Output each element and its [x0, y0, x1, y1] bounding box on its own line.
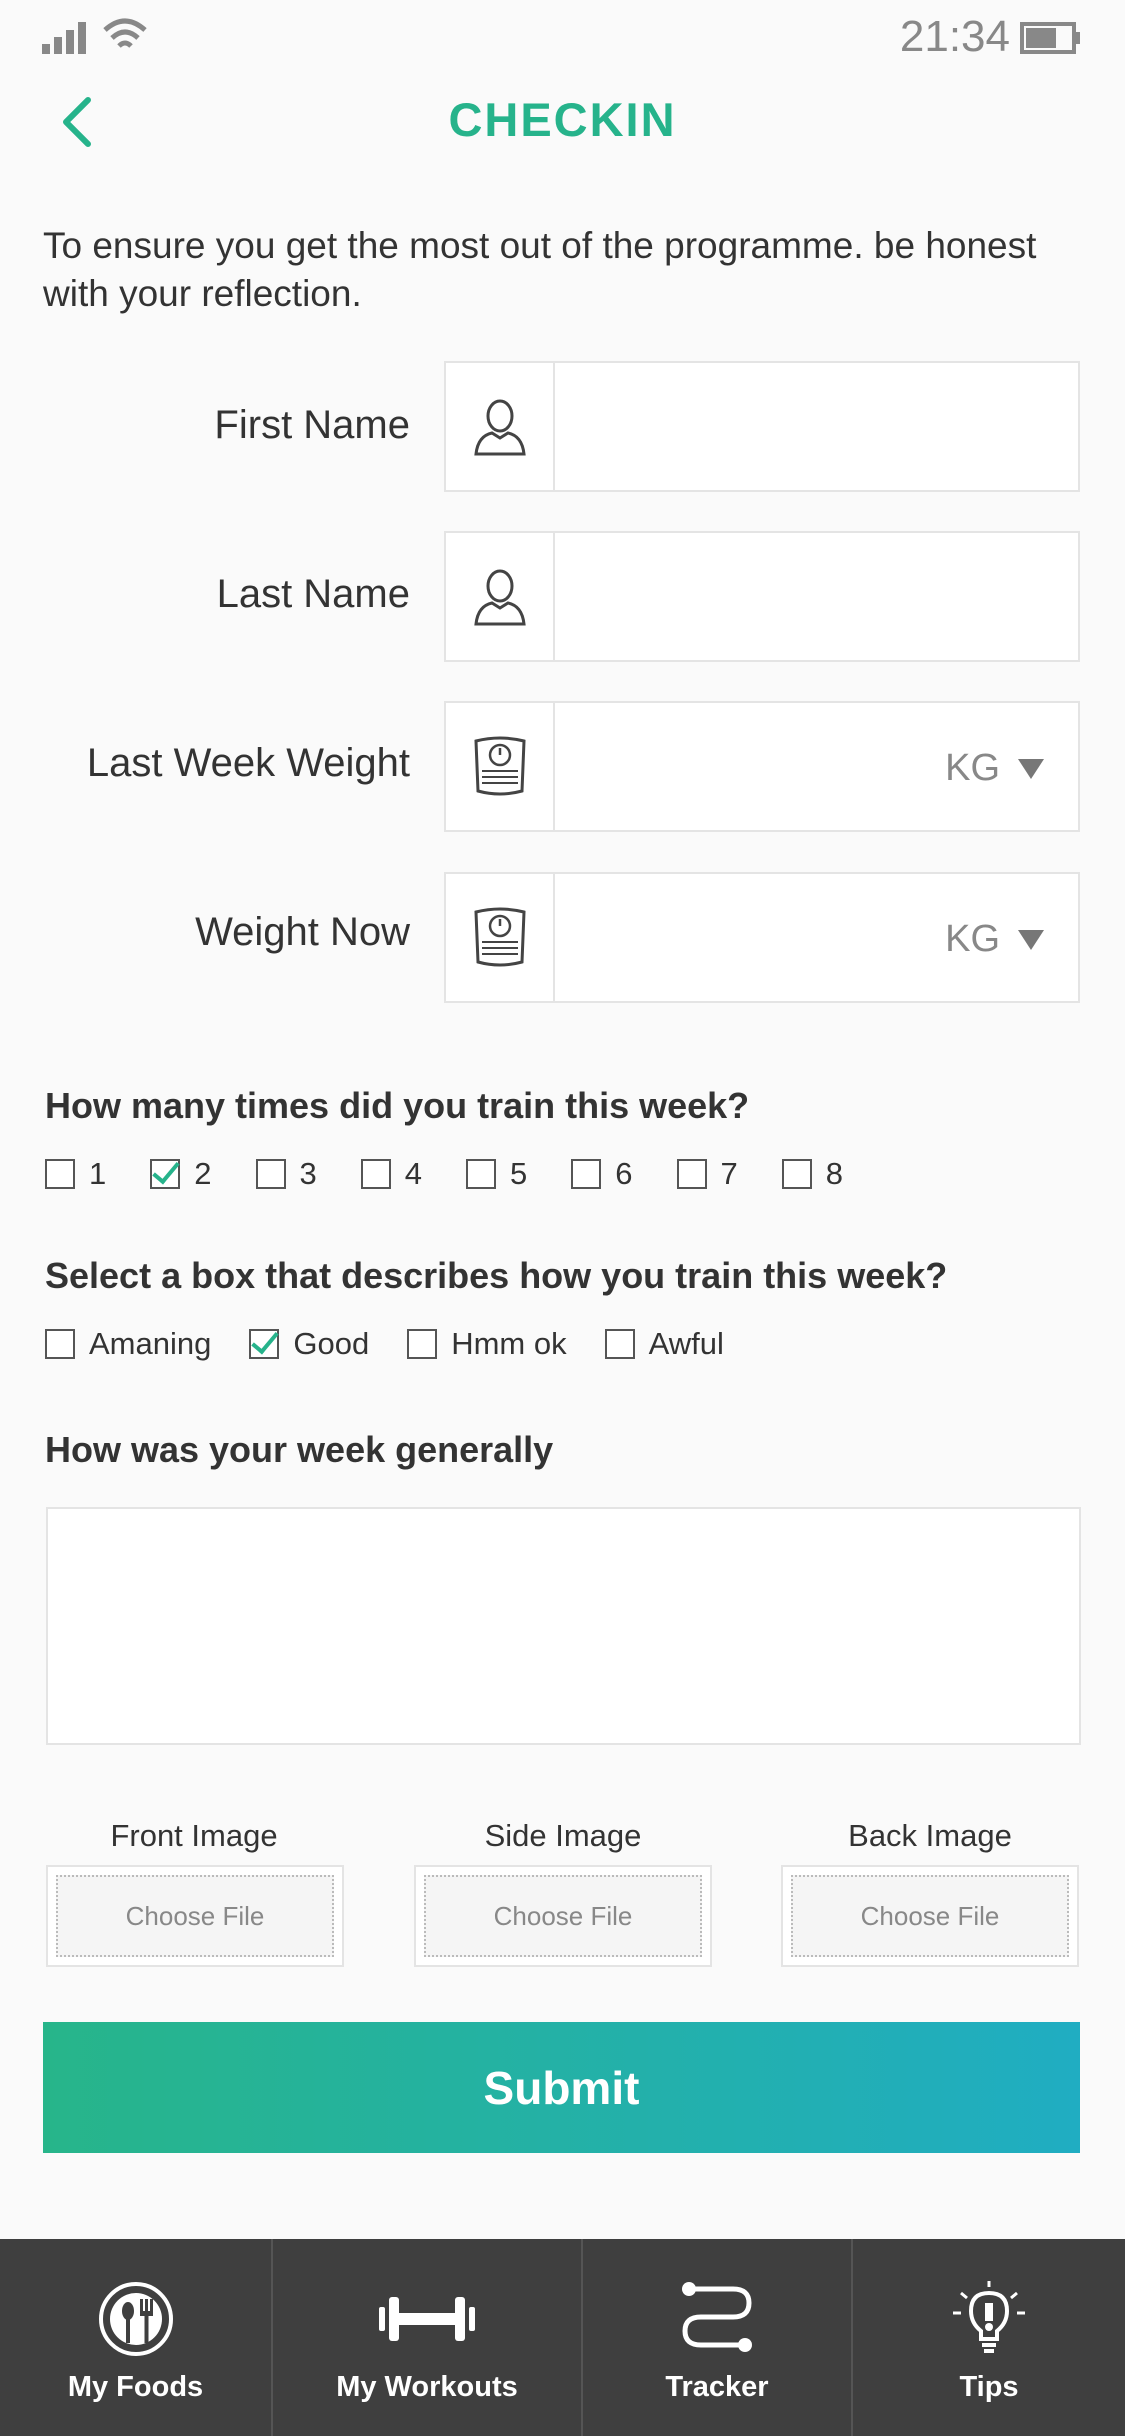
option-label: 7: [720, 1156, 738, 1191]
first-name-label: First Name: [214, 403, 410, 447]
checkbox[interactable]: [150, 1159, 181, 1189]
last-week-weight-field[interactable]: KG: [444, 701, 1080, 832]
scale-icon-cell: [446, 874, 555, 1001]
status-time: 21:34: [899, 12, 1010, 61]
option-label: 5: [510, 1156, 528, 1191]
tab-my-workouts[interactable]: My Workouts: [273, 2239, 583, 2436]
option-label: 1: [89, 1156, 107, 1191]
training-count-option[interactable]: 5: [466, 1156, 527, 1192]
side-image-choose-file-button[interactable]: Choose File: [414, 1865, 712, 1967]
submit-button[interactable]: Submit: [43, 2022, 1080, 2153]
checkbox[interactable]: [255, 1159, 286, 1189]
back-image-label: Back Image: [848, 1818, 1012, 1853]
weight-now-label: Weight Now: [195, 910, 410, 954]
training-count-option[interactable]: 3: [255, 1156, 317, 1192]
back-image-choose-file-button[interactable]: Choose File: [781, 1865, 1079, 1967]
person-icon-cell: [446, 363, 555, 490]
option-label: 8: [825, 1156, 843, 1191]
scale-icon-cell: [446, 703, 555, 830]
option-label: 2: [194, 1156, 212, 1191]
training-count-option[interactable]: 1: [45, 1156, 106, 1192]
last-week-weight-label: Last Week Weight: [86, 741, 410, 785]
training-count-option[interactable]: 2: [150, 1156, 212, 1192]
person-icon: [473, 569, 526, 625]
bottom-tab-bar: My Foods My Workouts Tracker Tips: [0, 2239, 1125, 2436]
training-count-question: How many times did you train this week?: [45, 1085, 750, 1126]
option-label: Awful: [648, 1326, 724, 1361]
tab-my-foods[interactable]: My Foods: [0, 2239, 273, 2436]
choose-file-label: Choose File: [791, 1875, 1069, 1957]
option-label: 3: [299, 1156, 317, 1191]
tab-label: Tips: [959, 2371, 1019, 2403]
weight-now-field[interactable]: KG: [444, 872, 1080, 1003]
dumbbell-icon: [379, 2297, 475, 2341]
battery-icon: [1020, 22, 1080, 54]
front-image-choose-file-button[interactable]: Choose File: [46, 1865, 344, 1967]
tab-tips[interactable]: Tips: [853, 2239, 1125, 2436]
training-count-option[interactable]: 4: [360, 1156, 422, 1192]
training-quality-option[interactable]: Amaning: [45, 1326, 211, 1362]
training-quality-options: Amaning Good Hmm ok Awful: [45, 1326, 762, 1362]
front-image-label: Front Image: [110, 1818, 278, 1853]
checkbox[interactable]: [249, 1329, 280, 1359]
checkbox[interactable]: [45, 1159, 75, 1189]
training-count-option[interactable]: 8: [781, 1156, 843, 1192]
week-question: How was your week generally: [45, 1429, 554, 1470]
side-image-label: Side Image: [484, 1818, 642, 1853]
dropdown-triangle-icon: [1018, 758, 1044, 779]
tab-label: My Foods: [67, 2371, 204, 2403]
training-count-option[interactable]: 7: [676, 1156, 738, 1192]
person-icon-cell: [446, 533, 555, 660]
training-quality-option[interactable]: Awful: [604, 1326, 724, 1362]
checkbox[interactable]: [676, 1159, 707, 1189]
training-quality-option[interactable]: Good: [249, 1326, 369, 1362]
checkbox[interactable]: [781, 1159, 812, 1189]
checkbox[interactable]: [466, 1159, 496, 1189]
checkbox[interactable]: [45, 1329, 75, 1359]
option-label: Hmm ok: [451, 1326, 567, 1361]
weight-unit-dropdown[interactable]: KG: [945, 918, 1044, 961]
checkbox[interactable]: [360, 1159, 391, 1189]
tab-tracker[interactable]: Tracker: [583, 2239, 853, 2436]
checkbox[interactable]: [604, 1329, 635, 1359]
scale-icon: [473, 907, 526, 966]
scale-icon: [473, 736, 526, 795]
tab-label: Tracker: [665, 2371, 769, 2403]
checkbox[interactable]: [571, 1159, 602, 1189]
intro-text: To ensure you get the most out of the pr…: [43, 225, 1037, 314]
page-title: CHECKIN: [448, 93, 677, 146]
status-bar: 21:34: [0, 0, 1125, 80]
training-quality-question: Select a box that describes how you trai…: [45, 1255, 948, 1296]
dropdown-triangle-icon: [1018, 929, 1044, 950]
choose-file-label: Choose File: [56, 1875, 334, 1957]
route-tracker-icon: [682, 2282, 752, 2352]
tab-label: My Workouts: [336, 2371, 518, 2403]
weight-unit-label: KG: [945, 747, 1000, 789]
option-label: Amaning: [89, 1326, 212, 1361]
weight-unit-label: KG: [945, 918, 1000, 960]
wifi-icon: [103, 18, 147, 48]
option-label: Good: [293, 1326, 370, 1361]
last-name-label: Last Name: [216, 572, 410, 616]
checkbox[interactable]: [407, 1329, 438, 1359]
training-count-options: 1 2 3 4 5 6 7 8: [45, 1156, 887, 1192]
training-count-option[interactable]: 6: [571, 1156, 633, 1192]
choose-file-label: Choose File: [424, 1875, 702, 1957]
lightbulb-icon: [953, 2281, 1025, 2353]
last-name-field[interactable]: [444, 531, 1080, 662]
signal-icon: [42, 22, 86, 54]
option-label: 4: [404, 1156, 422, 1191]
training-quality-option[interactable]: Hmm ok: [407, 1326, 567, 1362]
week-textarea[interactable]: [46, 1507, 1081, 1745]
first-name-field[interactable]: [444, 361, 1080, 492]
person-icon: [473, 399, 526, 455]
plate-cutlery-icon: [98, 2282, 173, 2356]
weight-unit-dropdown[interactable]: KG: [945, 747, 1044, 790]
option-label: 6: [615, 1156, 633, 1191]
